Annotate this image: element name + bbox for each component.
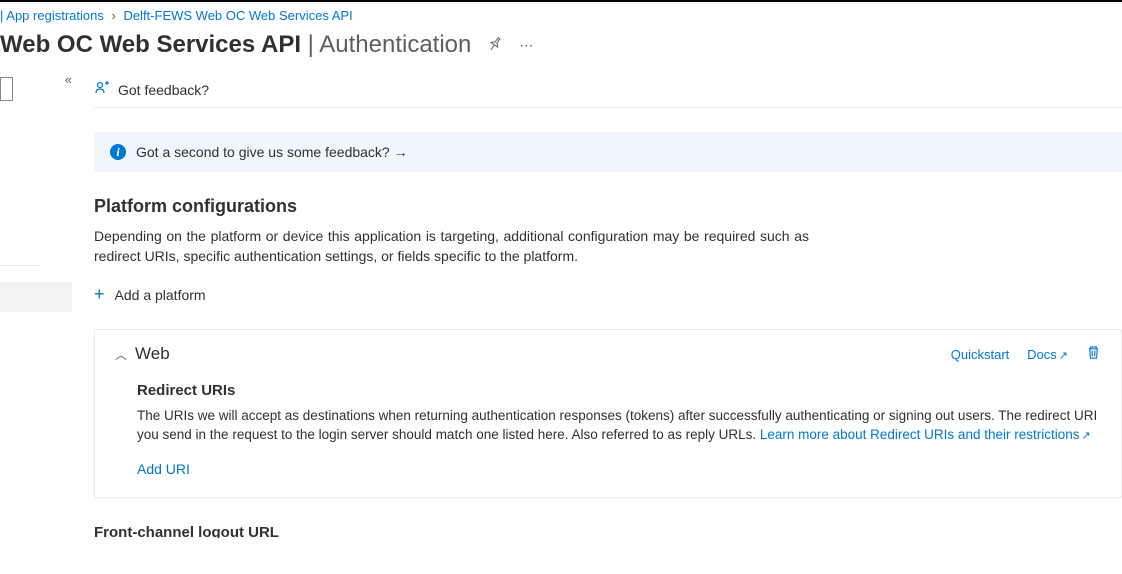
add-uri-button[interactable]: Add URI (137, 461, 190, 477)
add-platform-label: Add a platform (115, 287, 206, 303)
external-link-icon: ↗ (1082, 430, 1091, 442)
plus-icon: + (94, 284, 105, 305)
platform-description: Depending on the platform or device this… (94, 227, 809, 266)
breadcrumb-app-name[interactable]: Delft-FEWS Web OC Web Services API (123, 8, 352, 23)
chevron-up-icon[interactable]: ︿ (115, 346, 127, 363)
add-platform-button[interactable]: + Add a platform (94, 284, 206, 305)
info-banner[interactable]: i Got a second to give us some feedback?… (94, 132, 1122, 172)
page-title-main: Web OC Web Services API (0, 31, 301, 58)
redirect-uris-description: The URIs we will accept as destinations … (137, 407, 1101, 445)
quickstart-link[interactable]: Quickstart (951, 347, 1010, 362)
breadcrumb-separator: › (111, 8, 115, 23)
sidebar-divider (0, 265, 40, 266)
platform-heading: Platform configurations (94, 196, 1122, 217)
arrow-right-icon: → (394, 144, 408, 160)
breadcrumb-app-registrations[interactable]: App registrations (6, 8, 104, 23)
web-platform-card: ︿ Web Quickstart Docs↗ Redirect URIs The… (94, 329, 1122, 498)
info-icon: i (110, 144, 126, 160)
page-title-sub: Authentication (319, 31, 471, 58)
page-title: Web OC Web Services API | Authentication (0, 31, 471, 59)
redirect-learn-more-link[interactable]: Learn more about Redirect URIs and their… (760, 427, 1091, 442)
info-banner-text: Got a second to give us some feedback? (136, 144, 390, 160)
feedback-person-icon[interactable] (94, 80, 110, 100)
feedback-button[interactable]: Got feedback? (118, 82, 209, 98)
pin-icon[interactable] (487, 36, 503, 55)
command-bar: Got feedback? (94, 73, 1122, 108)
web-card-title: Web (135, 344, 937, 364)
sidebar: « (0, 73, 72, 538)
sidebar-item-selected[interactable] (0, 282, 72, 312)
page-title-row: Web OC Web Services API | Authentication… (0, 31, 1122, 59)
more-icon[interactable]: ⋯ (519, 37, 533, 54)
breadcrumb: | App registrations › Delft-FEWS Web OC … (0, 2, 1122, 25)
delete-icon[interactable] (1086, 345, 1101, 363)
collapse-sidebar-icon[interactable]: « (65, 72, 72, 87)
redirect-uris-heading: Redirect URIs (137, 382, 1101, 399)
search-input[interactable] (0, 77, 13, 101)
docs-link[interactable]: Docs↗ (1027, 347, 1068, 362)
front-channel-heading: Front-channel logout URL (94, 524, 1122, 538)
external-link-icon: ↗ (1059, 350, 1068, 362)
